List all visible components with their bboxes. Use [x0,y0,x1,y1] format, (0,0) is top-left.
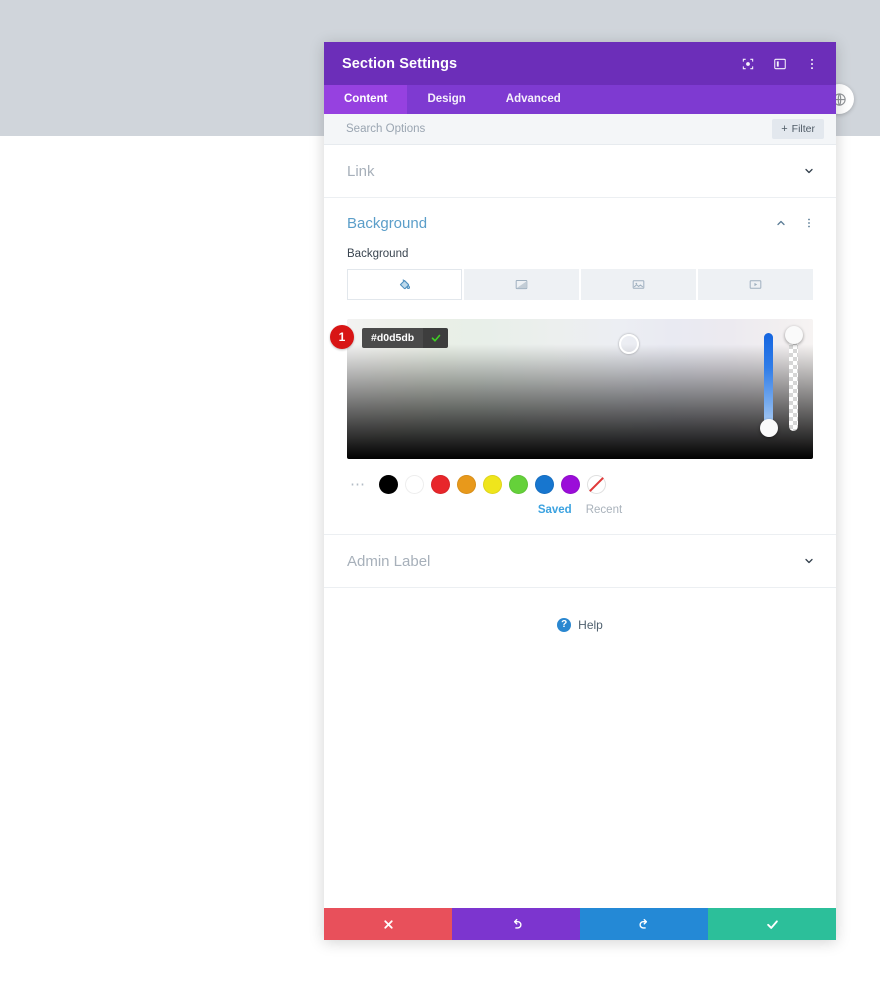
plus-icon: + [781,122,788,135]
color-cursor-handle[interactable] [619,334,639,354]
section-background-title: Background [347,214,428,232]
section-admin-label-title: Admin Label [347,552,431,570]
swatch-green[interactable] [509,475,528,494]
hue-slider[interactable] [764,333,773,431]
section-background-header-icons [774,216,816,230]
background-gradient-tab[interactable] [464,269,579,300]
chevron-down-icon[interactable] [802,164,816,178]
swatch-transparent[interactable] [587,475,606,494]
alpha-slider[interactable] [789,333,798,431]
cancel-button[interactable] [324,908,452,940]
modal-tab-bar: Content Design Advanced [324,85,836,114]
page-title: Section Settings [342,55,458,72]
background-type-tabs [347,269,813,300]
swatch-purple[interactable] [561,475,580,494]
background-color-tab[interactable] [347,269,462,300]
palette-tab-recent[interactable]: Recent [586,504,622,516]
section-link-title: Link [347,162,375,180]
hex-confirm-check-icon[interactable] [423,328,449,348]
tab-design[interactable]: Design [407,85,485,114]
tab-advanced[interactable]: Advanced [486,85,581,114]
hex-value-field[interactable]: #d0d5db [362,328,424,348]
redo-button[interactable] [580,908,708,940]
modal-body: Link Background Background 1 #d0d5db ⋯ S… [324,145,836,908]
tab-content[interactable]: Content [324,85,408,114]
swatch-white[interactable] [405,475,424,494]
swatch-red[interactable] [431,475,450,494]
color-swatch-row: ⋯ [324,459,836,494]
ellipsis-icon[interactable]: ⋯ [347,477,369,492]
save-button[interactable] [708,908,836,940]
undo-button[interactable] [452,908,580,940]
filter-button-label: Filter [791,123,815,135]
section-settings-modal: Section Settings Content Design Advanced… [324,42,836,940]
swatch-orange[interactable] [457,475,476,494]
palette-tab-saved[interactable]: Saved [538,504,572,516]
section-admin-label[interactable]: Admin Label [324,535,836,588]
section-link[interactable]: Link [324,145,836,198]
background-field-label: Background [347,248,409,260]
swatch-black[interactable] [379,475,398,494]
help-link-label[interactable]: Help [578,618,603,632]
background-field: Background [324,248,836,300]
focus-target-icon[interactable] [740,56,756,72]
modal-footer [324,908,836,940]
filter-button[interactable]: + Filter [772,119,824,139]
modal-header: Section Settings [324,42,836,85]
hue-slider-handle[interactable] [760,419,778,437]
palette-tabs: Saved Recent [324,494,836,516]
step-badge-1: 1 [330,325,354,349]
question-mark-icon: ? [557,618,572,632]
panel-layout-icon[interactable] [772,56,788,72]
section-background-header[interactable]: Background [324,198,836,248]
chevron-up-icon[interactable] [774,216,788,230]
swatch-blue[interactable] [535,475,554,494]
header-icon-group [740,56,820,72]
background-video-tab[interactable] [698,269,813,300]
chevron-down-icon[interactable] [802,554,816,568]
more-vertical-icon[interactable] [804,56,820,72]
color-picker: 1 #d0d5db [324,319,836,459]
search-input[interactable] [346,123,773,135]
section-more-vertical-icon[interactable] [802,216,816,230]
background-image-tab[interactable] [581,269,696,300]
help-row[interactable]: ? Help [324,588,836,632]
hex-input-group: #d0d5db [362,328,449,348]
swatch-yellow[interactable] [483,475,502,494]
alpha-slider-handle[interactable] [785,326,803,344]
search-bar: + Filter [324,114,836,145]
section-background: Background Background 1 #d0d5db ⋯ Saved … [324,198,836,535]
